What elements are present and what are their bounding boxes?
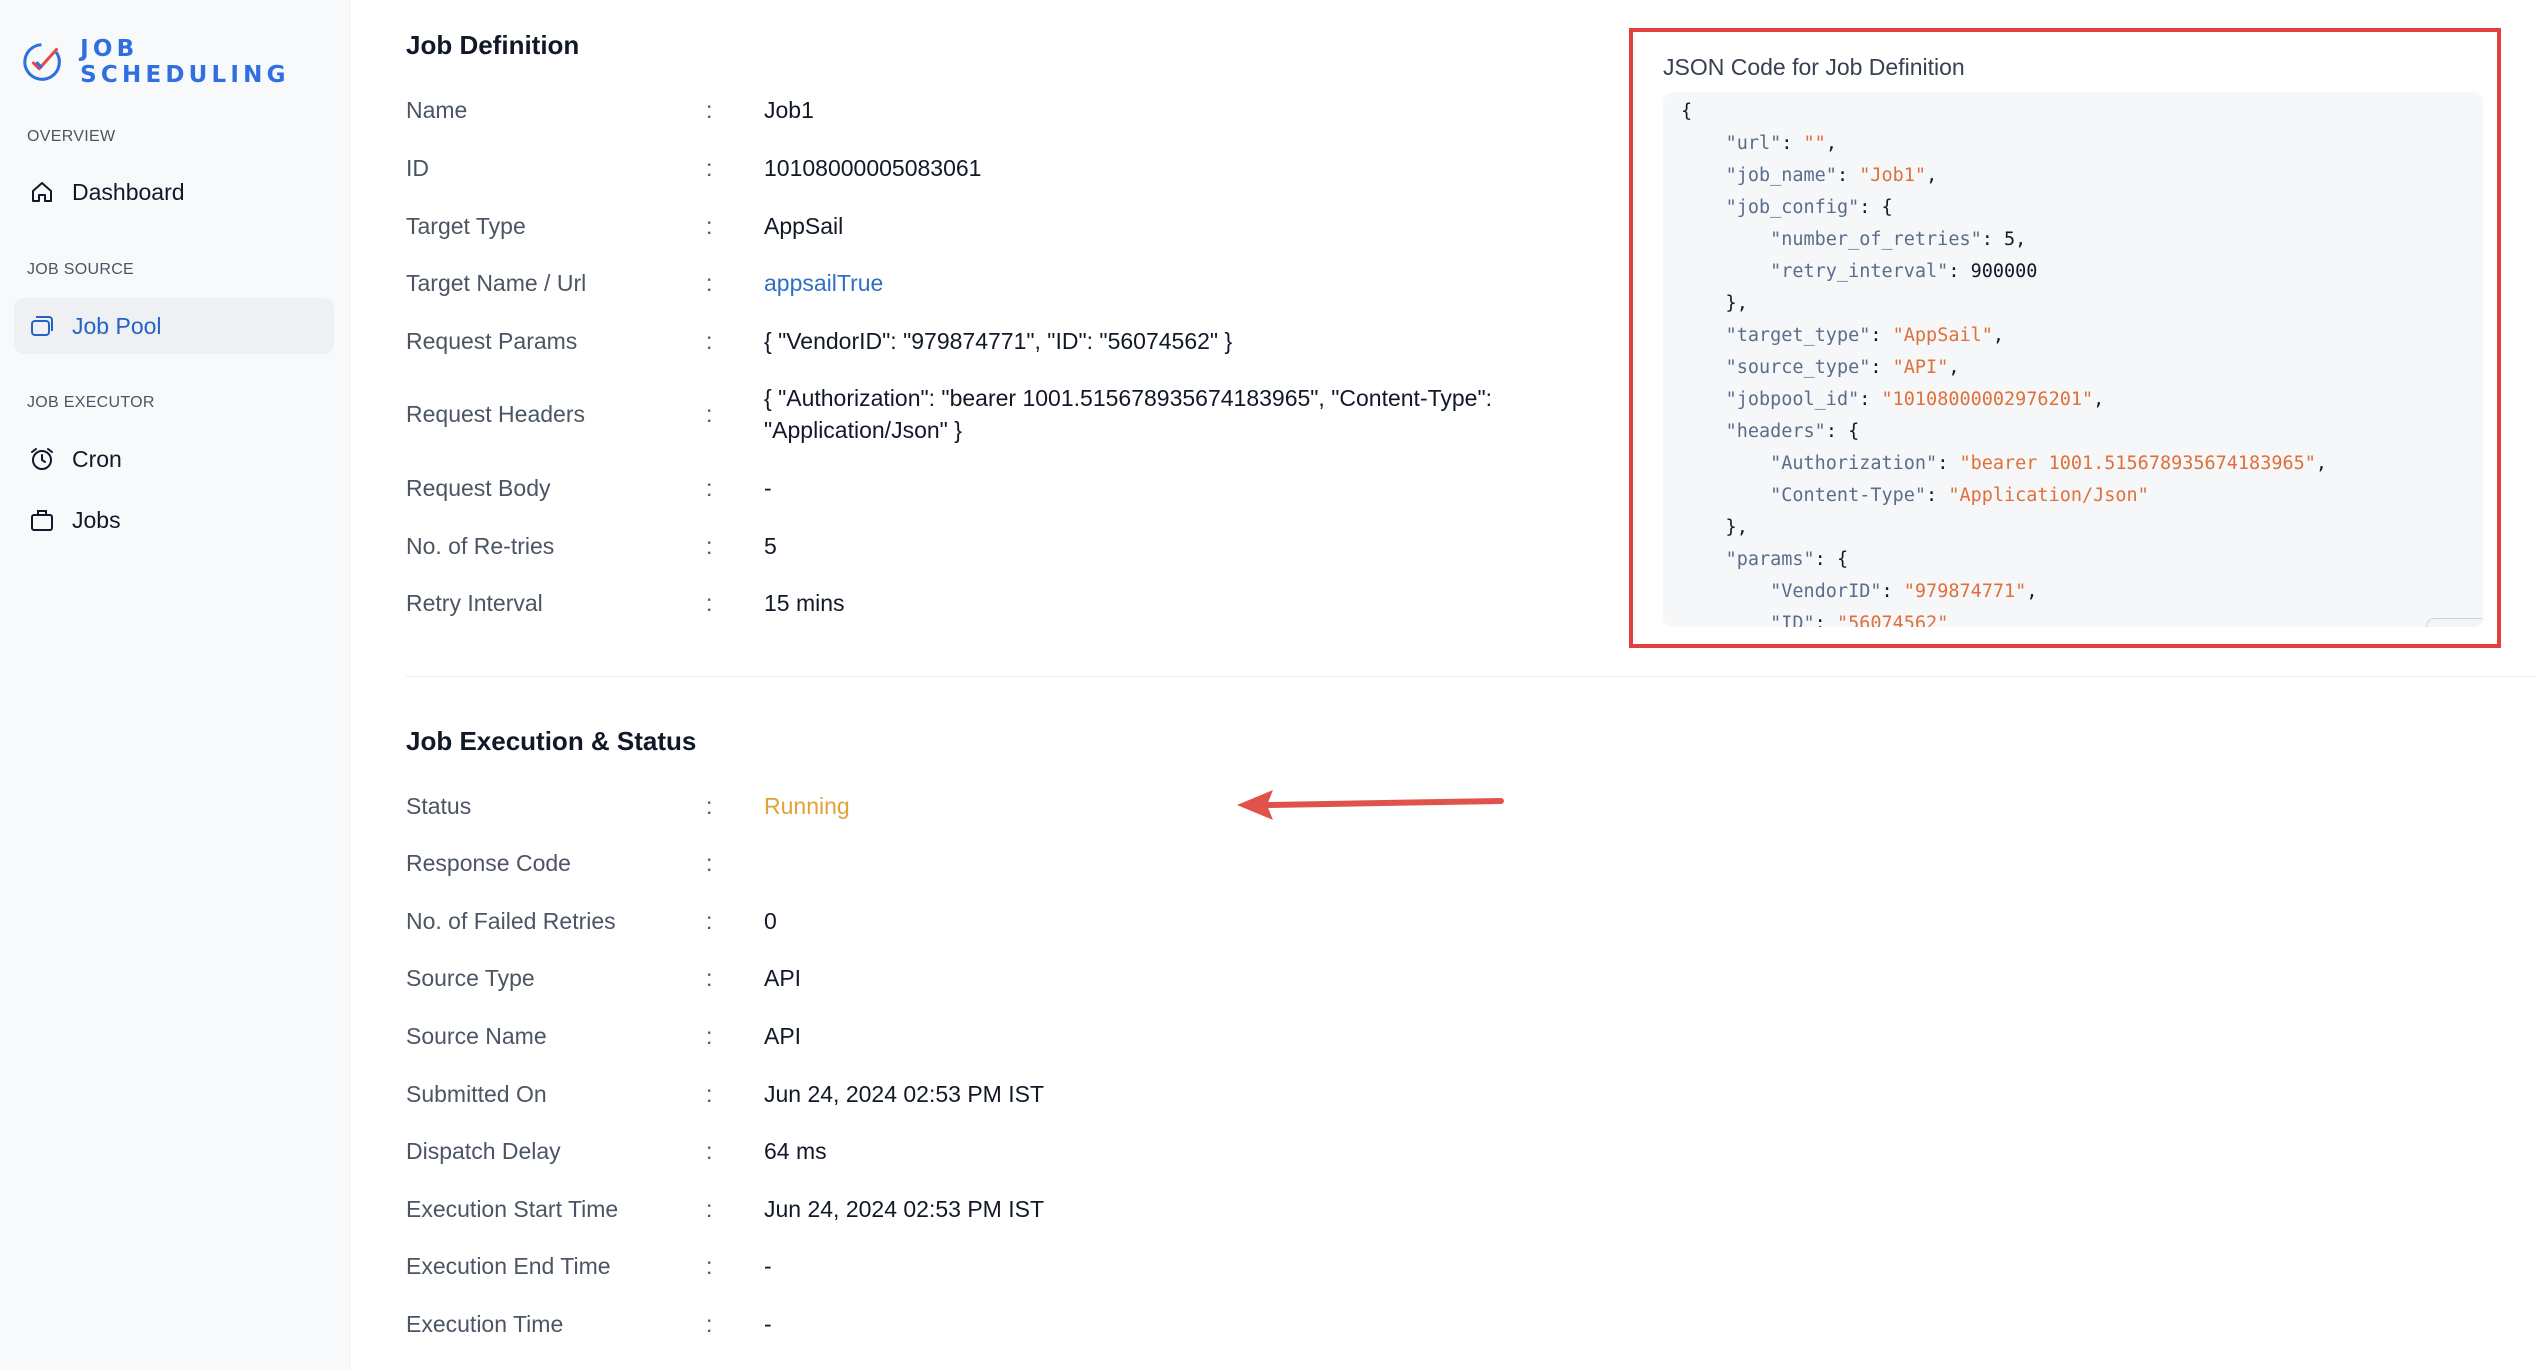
nav-section-job-executor: JOB EXECUTOR — [27, 394, 155, 411]
field-label: Target Type — [406, 213, 526, 239]
field-separator: : — [706, 328, 713, 354]
json-code-block[interactable]: { "url": "", "job_name": "Job1", "job_co… — [1663, 92, 2483, 627]
field-value: AppSail — [764, 213, 844, 239]
field-separator: : — [706, 1138, 713, 1164]
field-value: API — [764, 965, 802, 991]
field-value: - — [764, 1311, 772, 1337]
sidebar-item-label: Job Pool — [72, 312, 162, 339]
field-label: Request Body — [406, 475, 551, 501]
sidebar-item-label: Cron — [72, 445, 122, 472]
sidebar-item-label: Dashboard — [72, 178, 185, 205]
field-label: Response Code — [406, 850, 571, 876]
field-value: { "Authorization": "bearer 1001.51567893… — [764, 385, 1493, 443]
field-separator: : — [706, 155, 713, 181]
field-separator: : — [706, 908, 713, 934]
field-label: Source Type — [406, 965, 535, 991]
layers-icon — [28, 312, 56, 340]
copy-button[interactable] — [2426, 618, 2483, 627]
field-value: 10108000005083061 — [764, 155, 982, 181]
field-value: 0 — [764, 908, 777, 934]
field-value: Job1 — [764, 97, 814, 123]
field-value: - — [764, 1253, 772, 1279]
field-separator: : — [706, 1196, 713, 1222]
field-label: Execution Start Time — [406, 1196, 619, 1222]
app-root: JOB SCHEDULING OVERVIEW Dashboard JOB SO… — [0, 0, 2537, 1370]
field-label: Execution Time — [406, 1311, 564, 1337]
field-separator: : — [706, 850, 713, 876]
field-value: Jun 24, 2024 02:53 PM IST — [764, 1196, 1045, 1222]
field-separator: : — [706, 270, 713, 296]
sidebar-item-jobs[interactable]: Jobs — [14, 492, 334, 548]
sidebar-item-cron[interactable]: Cron — [14, 431, 334, 487]
field-label: Source Name — [406, 1023, 547, 1049]
field-separator: : — [706, 965, 713, 991]
field-value: API — [764, 1023, 802, 1049]
field-label: Status — [406, 793, 472, 819]
brand-name: JOB SCHEDULING — [80, 36, 290, 88]
job-execution-title: Job Execution & Status — [406, 726, 697, 756]
field-label: Name — [406, 97, 468, 123]
field-label: No. of Re-tries — [406, 533, 555, 559]
field-label: Execution End Time — [406, 1253, 611, 1279]
field-separator: : — [706, 1081, 713, 1107]
field-value: 15 mins — [764, 590, 845, 616]
nav-section-job-source: JOB SOURCE — [27, 261, 135, 278]
sidebar-item-label: Jobs — [72, 506, 121, 533]
field-label: Target Name / Url — [406, 270, 587, 296]
json-definition-panel: JSON Code for Job Definition { "url": ""… — [1629, 28, 2501, 648]
field-value: - — [764, 475, 772, 501]
json-code-text: { "url": "", "job_name": "Job1", "job_co… — [1681, 101, 2328, 627]
field-separator: : — [706, 1311, 713, 1337]
field-separator: : — [706, 213, 713, 239]
alarm-clock-icon — [28, 445, 56, 473]
field-separator: : — [706, 97, 713, 123]
field-label: Request Params — [406, 328, 578, 354]
sidebar-item-job-pool[interactable]: Job Pool — [14, 298, 334, 354]
field-value: 64 ms — [764, 1138, 827, 1164]
status-badge: Running — [764, 793, 850, 819]
nav-section-overview: OVERVIEW — [27, 128, 116, 145]
field-label: No. of Failed Retries — [406, 908, 616, 934]
brand[interactable]: JOB SCHEDULING — [20, 36, 349, 88]
field-value: 5 — [764, 533, 777, 559]
field-label: Request Headers — [406, 401, 585, 427]
field-separator: : — [706, 401, 713, 427]
field-separator: : — [706, 793, 713, 819]
sidebar: JOB SCHEDULING OVERVIEW Dashboard JOB SO… — [0, 0, 350, 1370]
logo-icon — [23, 43, 61, 81]
annotation-arrow-icon — [1237, 790, 1504, 820]
job-definition-title: Job Definition — [406, 30, 580, 60]
section-divider — [406, 676, 2537, 677]
json-panel-title: JSON Code for Job Definition — [1663, 54, 1965, 80]
field-label: Dispatch Delay — [406, 1138, 561, 1164]
field-label: Submitted On — [406, 1081, 547, 1107]
home-icon — [28, 178, 56, 206]
field-separator: : — [706, 1023, 713, 1049]
field-separator: : — [706, 475, 713, 501]
field-label: ID — [406, 155, 429, 181]
sidebar-item-dashboard[interactable]: Dashboard — [14, 164, 334, 220]
field-separator: : — [706, 533, 713, 559]
field-value: { "VendorID": "979874771", "ID": "560745… — [764, 328, 1233, 354]
field-label: Retry Interval — [406, 590, 543, 616]
field-separator: : — [706, 1253, 713, 1279]
field-separator: : — [706, 590, 713, 616]
field-value: Jun 24, 2024 02:53 PM IST — [764, 1081, 1045, 1107]
target-url-link[interactable]: appsailTrue — [764, 267, 1644, 299]
briefcase-icon — [28, 506, 56, 534]
